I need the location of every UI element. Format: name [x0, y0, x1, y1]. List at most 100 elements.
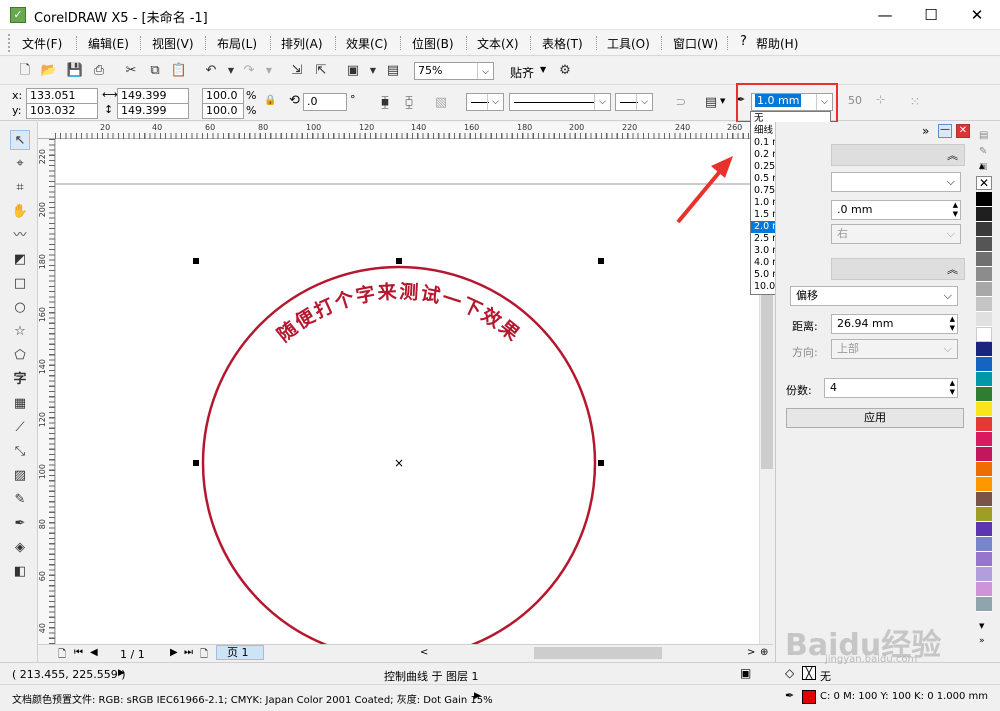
color-swatch[interactable] [976, 312, 992, 327]
copy-icon[interactable]: ⧉ [146, 62, 164, 80]
menu-tools[interactable]: 工具(O) [607, 35, 650, 52]
scale-x-field[interactable]: 100.0 [202, 88, 244, 104]
dimension-tool-icon[interactable]: ⟋ [10, 418, 30, 438]
convert-to-curves-icon[interactable]: ▧ [432, 94, 450, 112]
palette-scroll-up-icon[interactable]: ▲ [979, 162, 984, 170]
chevron-down-icon[interactable]: ▼ [364, 62, 382, 80]
maximize-button[interactable]: ☐ [908, 0, 954, 30]
color-swatch[interactable] [976, 447, 992, 462]
apply-button[interactable]: 应用 [786, 408, 964, 428]
open-folder-icon[interactable]: 📂 [40, 62, 58, 80]
color-swatch[interactable] [976, 342, 992, 357]
docker-close-icon[interactable]: ✕ [956, 124, 970, 138]
mirror-horizontal-icon[interactable]: ⧯ [376, 94, 394, 112]
palette-scroll-down-icon[interactable]: ▼ [979, 622, 984, 630]
chevron-right-icon[interactable]: ▶ [474, 691, 481, 701]
cut-icon[interactable]: ✂ [122, 62, 140, 80]
connector-tool-icon[interactable]: ⤡ [10, 442, 30, 462]
zoom-navigator-icon[interactable]: ⊕ [760, 647, 768, 658]
no-color-swatch[interactable]: ✕ [976, 176, 992, 190]
color-swatch[interactable] [976, 492, 992, 507]
chevron-down-icon[interactable]: ▼ [720, 97, 725, 105]
pick-tool-icon[interactable]: ↖ [10, 130, 30, 150]
scale-y-field[interactable]: 100.0 [202, 103, 244, 119]
wrap-text-icon[interactable]: ▤ [702, 94, 720, 112]
x-position-field[interactable]: 133.051 mm [26, 88, 98, 116]
direction-select[interactable]: 上部 ⌵ [831, 339, 958, 359]
color-swatch[interactable] [976, 552, 992, 567]
text-tool-icon[interactable]: 字 [10, 370, 30, 390]
color-swatch[interactable] [976, 282, 992, 297]
height-field[interactable]: 149.399 mm [117, 103, 189, 131]
menu-help[interactable]: 帮助(H) [756, 35, 798, 52]
chevron-right-icon[interactable]: ▶ [118, 668, 125, 678]
color-swatch[interactable] [976, 222, 992, 237]
freehand-tool-icon[interactable]: 〰 [10, 226, 30, 246]
rotation-field[interactable]: .0 [303, 93, 347, 111]
previous-page-icon[interactable]: ◀ [90, 647, 98, 658]
save-icon[interactable]: 💾 [66, 62, 84, 80]
color-swatch[interactable] [976, 432, 992, 447]
y-position-field[interactable]: 103.032 mm [26, 103, 98, 131]
outline-pen-tool-icon[interactable]: ✒ [10, 514, 30, 534]
selection-handle[interactable] [598, 258, 604, 264]
snap-to-menu[interactable]: 贴齐 [510, 64, 534, 81]
menu-edit[interactable]: 编辑(E) [88, 35, 129, 52]
pan-tool-icon[interactable]: ✋ [10, 202, 30, 222]
color-swatch[interactable] [976, 417, 992, 432]
menu-layout[interactable]: 布局(L) [217, 35, 257, 52]
shape-tool-icon[interactable]: ⌖ [10, 154, 30, 174]
color-swatch[interactable] [976, 402, 992, 417]
palette-expand-icon[interactable]: » [979, 636, 985, 646]
last-page-icon[interactable]: ⏭ [184, 647, 193, 658]
color-swatch[interactable] [976, 267, 992, 282]
close-button[interactable]: ✕ [954, 0, 1000, 30]
color-swatch[interactable] [976, 252, 992, 267]
spin-icon[interactable]: ⊹ [876, 93, 885, 106]
color-swatch[interactable] [976, 387, 992, 402]
chevron-down-icon[interactable]: ▼ [260, 62, 278, 80]
spinner-icon[interactable]: ▲ ▼ [950, 379, 955, 397]
color-swatch[interactable] [976, 582, 992, 597]
zoom-select[interactable]: 75% ⌵ [414, 62, 494, 80]
print-icon[interactable]: ⎙ [90, 62, 108, 80]
offset-select[interactable]: 偏移 ⌵ [790, 286, 958, 306]
eyedropper-icon[interactable]: ✎ [10, 490, 30, 510]
ellipse-tool-icon[interactable]: ○ [10, 298, 30, 318]
selection-handle[interactable] [598, 460, 604, 466]
mirror-vertical-icon[interactable]: ⧮ [400, 94, 418, 112]
line-style-select[interactable]: ⌵ [509, 93, 611, 111]
docker-select[interactable]: ⌵ [831, 172, 961, 192]
drawing-canvas[interactable]: 随便打个字来测试一下效果 × [55, 139, 759, 644]
color-swatch[interactable] [976, 597, 992, 612]
color-swatch[interactable] [976, 372, 992, 387]
polygon-tool-icon[interactable]: ☆ [10, 322, 30, 342]
redo-icon[interactable]: ↷ [240, 62, 258, 80]
undo-icon[interactable]: ↶ [202, 62, 220, 80]
vertical-ruler[interactable]: 220 200 180 160 140 120 100 80 60 40 [38, 139, 55, 644]
page-tab[interactable]: 页 1 [216, 645, 264, 660]
color-swatch[interactable] [976, 522, 992, 537]
lock-ratio-icon[interactable]: 🔒 [264, 95, 276, 106]
palette-tab-icon[interactable]: ✎ [979, 146, 987, 157]
docker-section-header[interactable]: ︽ [831, 144, 965, 166]
menu-arrange[interactable]: 排列(A) [281, 35, 323, 52]
color-swatch[interactable] [976, 537, 992, 552]
outline-color-swatch[interactable] [802, 690, 816, 704]
close-curve-icon[interactable]: ⊃ [672, 94, 690, 112]
color-swatch[interactable] [976, 462, 992, 477]
color-swatch[interactable] [976, 567, 992, 582]
spinner-icon[interactable]: ▲ ▼ [953, 201, 958, 219]
fill-swatch-none[interactable]: ╳ [802, 666, 816, 680]
chevron-down-icon[interactable]: ▼ [222, 62, 240, 80]
paste-icon[interactable]: 📋 [170, 62, 188, 80]
color-swatch[interactable] [976, 192, 992, 207]
grip-handle[interactable] [8, 34, 11, 52]
crop-tool-icon[interactable]: ⌗ [10, 178, 30, 198]
docker-disabled-select[interactable]: 右 ⌵ [831, 224, 961, 244]
color-swatch[interactable] [976, 477, 992, 492]
start-arrowhead-select[interactable]: ⌵ [466, 93, 504, 111]
selection-handle[interactable] [193, 258, 199, 264]
fill-tool-icon[interactable]: ◈ [10, 538, 30, 558]
color-swatch[interactable] [976, 297, 992, 312]
